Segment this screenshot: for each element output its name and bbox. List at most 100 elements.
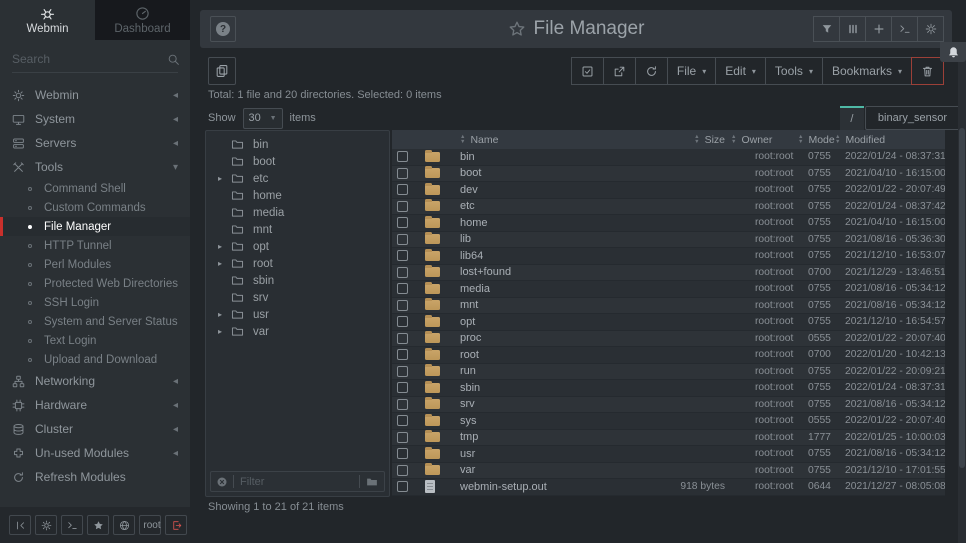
sort-icon[interactable] xyxy=(731,135,736,144)
add-button[interactable] xyxy=(865,16,892,42)
tree-item-var[interactable]: var xyxy=(206,323,389,340)
sidebar-item-perl-modules[interactable]: Perl Modules xyxy=(0,255,190,274)
sort-icon[interactable] xyxy=(694,135,699,144)
user-button[interactable]: root xyxy=(139,515,161,535)
sidebar-item-hardware[interactable]: Hardware ◂ xyxy=(0,393,190,417)
row-checkbox[interactable] xyxy=(397,448,408,459)
sidebar-item-custom-commands[interactable]: Custom Commands xyxy=(0,198,190,217)
sort-icon[interactable] xyxy=(835,135,840,144)
theme-toggle-button[interactable] xyxy=(35,515,57,535)
edit-menu-button[interactable]: Edit▾ xyxy=(715,57,766,85)
terminal-button[interactable] xyxy=(61,515,83,535)
filter-button[interactable] xyxy=(813,16,840,42)
tree-item-root[interactable]: root xyxy=(206,255,389,272)
tab-dashboard[interactable]: Dashboard xyxy=(95,0,190,40)
row-checkbox[interactable] xyxy=(397,349,408,360)
select-all-button[interactable] xyxy=(571,57,604,85)
sidebar-item-file-manager[interactable]: File Manager xyxy=(0,217,190,236)
table-row-sys[interactable]: sys root:root 0555 2022/01/22 - 20:07:40 xyxy=(392,413,945,430)
tree-filter-input[interactable] xyxy=(234,476,359,488)
row-checkbox[interactable] xyxy=(397,333,408,344)
row-checkbox[interactable] xyxy=(397,300,408,311)
tree-item-home[interactable]: home xyxy=(206,187,389,204)
columns-button[interactable] xyxy=(839,16,866,42)
expand-arrow-icon[interactable] xyxy=(218,259,231,268)
file-menu-button[interactable]: File▾ xyxy=(667,57,716,85)
row-checkbox[interactable] xyxy=(397,234,408,245)
row-checkbox[interactable] xyxy=(397,432,408,443)
row-checkbox[interactable] xyxy=(397,168,408,179)
folder-filter-icon[interactable] xyxy=(366,476,378,488)
sidebar-item-protected-web-directories[interactable]: Protected Web Directories xyxy=(0,274,190,293)
tree-item-sbin[interactable]: sbin xyxy=(206,272,389,289)
tree-item-mnt[interactable]: mnt xyxy=(206,221,389,238)
expand-arrow-icon[interactable] xyxy=(218,310,231,319)
column-header-modified[interactable]: Modified xyxy=(845,134,945,146)
table-row-etc[interactable]: etc root:root 0755 2022/01/24 - 08:37:42 xyxy=(392,199,945,216)
search-input[interactable] xyxy=(12,52,167,66)
sidebar-item-tools[interactable]: Tools ▾ xyxy=(0,155,190,179)
bookmarks-menu-button[interactable]: Bookmarks▾ xyxy=(822,57,912,85)
row-checkbox[interactable] xyxy=(397,316,408,327)
table-row-run[interactable]: run root:root 0755 2022/01/22 - 20:09:21 xyxy=(392,364,945,381)
table-row-tmp[interactable]: tmp root:root 1777 2022/01/25 - 10:00:03 xyxy=(392,430,945,447)
notifications-tab[interactable] xyxy=(940,42,966,62)
table-row-sbin[interactable]: sbin root:root 0755 2022/01/24 - 08:37:3… xyxy=(392,380,945,397)
tree-item-opt[interactable]: opt xyxy=(206,238,389,255)
table-row-lib64[interactable]: lib64 root:root 0755 2021/12/10 - 16:53:… xyxy=(392,248,945,265)
row-checkbox[interactable] xyxy=(397,465,408,476)
tree-item-usr[interactable]: usr xyxy=(206,306,389,323)
sidebar-item-webmin[interactable]: Webmin ◂ xyxy=(0,83,190,107)
tree-item-media[interactable]: media xyxy=(206,204,389,221)
sidebar-item-command-shell[interactable]: Command Shell xyxy=(0,179,190,198)
breadcrumb-current[interactable]: binary_sensor xyxy=(865,106,960,130)
sidebar-item-un-used-modules[interactable]: Un-used Modules ◂ xyxy=(0,441,190,465)
clear-filter-icon[interactable] xyxy=(216,476,228,488)
row-checkbox[interactable] xyxy=(397,283,408,294)
sidebar-item-ssh-login[interactable]: SSH Login xyxy=(0,293,190,312)
sidebar-item-http-tunnel[interactable]: HTTP Tunnel xyxy=(0,236,190,255)
sort-icon[interactable] xyxy=(798,135,803,144)
column-header-name[interactable]: Name xyxy=(452,134,645,146)
sidebar-item-networking[interactable]: Networking ◂ xyxy=(0,369,190,393)
row-checkbox[interactable] xyxy=(397,151,408,162)
row-checkbox[interactable] xyxy=(397,382,408,393)
row-checkbox[interactable] xyxy=(397,217,408,228)
sidebar-item-refresh-modules[interactable]: Refresh Modules xyxy=(0,465,190,489)
breadcrumb-root[interactable]: / xyxy=(840,106,864,130)
refresh-button[interactable] xyxy=(635,57,668,85)
sidebar-item-system-and-server-status[interactable]: System and Server Status xyxy=(0,312,190,331)
sidebar-item-text-login[interactable]: Text Login xyxy=(0,331,190,350)
row-checkbox[interactable] xyxy=(397,366,408,377)
table-row-var[interactable]: var root:root 0755 2021/12/10 - 17:01:55 xyxy=(392,463,945,480)
sort-icon[interactable] xyxy=(460,135,465,144)
expand-arrow-icon[interactable] xyxy=(218,242,231,251)
settings-button[interactable] xyxy=(917,16,944,42)
table-row-srv[interactable]: srv root:root 0755 2021/08/16 - 05:34:12 xyxy=(392,397,945,414)
row-checkbox[interactable] xyxy=(397,201,408,212)
tree-item-etc[interactable]: etc xyxy=(206,170,389,187)
table-row-lost-found[interactable]: lost+found root:root 0700 2021/12/29 - 1… xyxy=(392,265,945,282)
tools-menu-button[interactable]: Tools▾ xyxy=(765,57,823,85)
column-header-size[interactable]: Size xyxy=(645,134,737,146)
copy-path-button[interactable] xyxy=(208,57,236,85)
table-row-dev[interactable]: dev root:root 0755 2022/01/22 - 20:07:49 xyxy=(392,182,945,199)
tree-item-boot[interactable]: boot xyxy=(206,153,389,170)
table-row-home[interactable]: home root:root 0755 2021/04/10 - 16:15:0… xyxy=(392,215,945,232)
language-button[interactable] xyxy=(113,515,135,535)
scrollbar-thumb[interactable] xyxy=(959,128,965,468)
trash-button[interactable] xyxy=(911,57,944,85)
logout-button[interactable] xyxy=(165,515,187,535)
sidebar-item-servers[interactable]: Servers ◂ xyxy=(0,131,190,155)
table-row-lib[interactable]: lib root:root 0755 2021/08/16 - 05:36:30 xyxy=(392,232,945,249)
page-scrollbar[interactable] xyxy=(958,48,966,543)
table-row-proc[interactable]: proc root:root 0555 2022/01/22 - 20:07:4… xyxy=(392,331,945,348)
expand-arrow-icon[interactable] xyxy=(218,327,231,336)
row-checkbox[interactable] xyxy=(397,250,408,261)
row-checkbox[interactable] xyxy=(397,481,408,492)
expand-arrow-icon[interactable] xyxy=(218,174,231,183)
shell-button[interactable] xyxy=(891,16,918,42)
row-checkbox[interactable] xyxy=(397,399,408,410)
collapse-sidebar-button[interactable] xyxy=(9,515,31,535)
table-row-mnt[interactable]: mnt root:root 0755 2021/08/16 - 05:34:12 xyxy=(392,298,945,315)
